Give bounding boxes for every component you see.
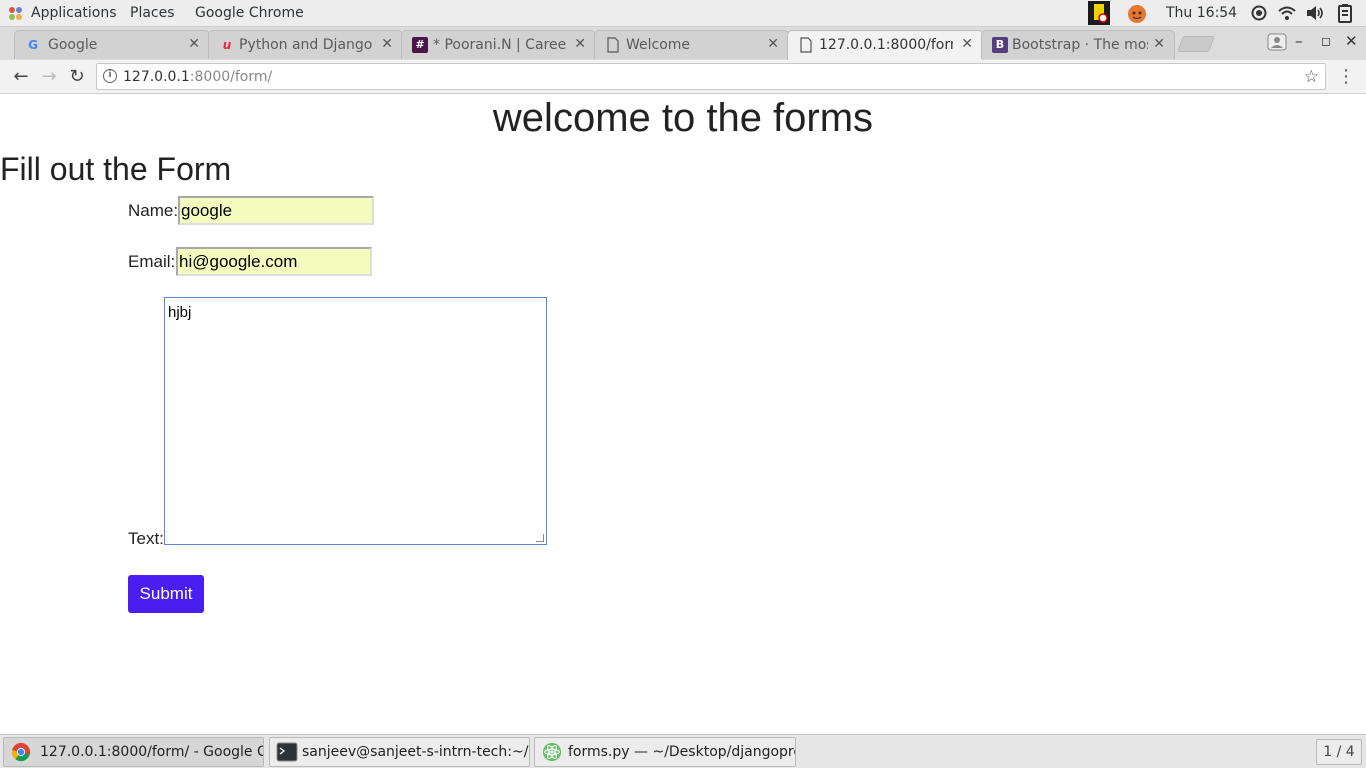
task-terminal[interactable]: sanjeev@sanjeet-s-intrn-tech:~/Des... (269, 737, 530, 767)
chrome-icon (11, 742, 31, 762)
text-area[interactable]: hjbj (164, 297, 547, 545)
battery-icon[interactable] (1335, 3, 1355, 23)
name-label: Name: (128, 201, 179, 220)
url-host: 127.0.0.1 (123, 69, 190, 85)
clock[interactable]: Thu 16:54 (1166, 5, 1237, 21)
submit-button[interactable]: Submit (128, 575, 204, 613)
tab-google[interactable]: G Google ✕ (14, 30, 210, 59)
tab-slack[interactable]: # * Poorani.N | Career ✕ (401, 30, 596, 59)
applications-menu[interactable]: Applications (31, 5, 117, 21)
browser-toolbar: ← → ↻ i 127.0.0.1:8000/form/ ☆ ⋮ (0, 60, 1366, 94)
email-label: Email: (128, 252, 176, 271)
close-icon[interactable]: ✕ (188, 36, 200, 52)
document-icon (607, 37, 619, 53)
page-title: welcome to the forms (492, 96, 874, 140)
applications-icon (9, 7, 22, 20)
tab-bootstrap[interactable]: B Bootstrap · The mos ✕ (981, 30, 1175, 59)
back-icon[interactable]: ← (10, 66, 32, 88)
udemy-icon: u (222, 38, 232, 52)
url-text[interactable]: 127.0.0.1:8000/form/ (123, 69, 272, 85)
tab-udemy[interactable]: u Python and Django F ✕ (208, 30, 403, 59)
tab-title: * Poorani.N | Career (433, 37, 567, 53)
slack-icon: # (412, 37, 428, 53)
pumpkin-icon[interactable] (1127, 3, 1147, 23)
task-label: sanjeev@sanjeet-s-intrn-tech:~/Des... (302, 744, 529, 760)
menu-kebab-icon[interactable]: ⋮ (1337, 66, 1355, 87)
google-icon: G (28, 38, 38, 52)
close-icon[interactable]: ✕ (1153, 36, 1165, 52)
tab-title: Google (48, 37, 98, 53)
minimize-icon[interactable]: – (1295, 32, 1303, 50)
tab-welcome[interactable]: Welcome ✕ (594, 30, 789, 59)
text-area-value: hjbj (168, 304, 192, 321)
address-bar[interactable]: i 127.0.0.1:8000/form/ ☆ (96, 63, 1326, 90)
task-label: 127.0.0.1:8000/form/ - Google Chr... (40, 744, 263, 760)
places-menu[interactable]: Places (130, 5, 175, 21)
bookmark-star-icon[interactable]: ☆ (1304, 67, 1319, 87)
task-chrome[interactable]: 127.0.0.1:8000/form/ - Google Chr... (3, 737, 264, 767)
workspace-switcher[interactable]: 1 / 4 (1316, 739, 1362, 765)
window-close-icon[interactable]: ✕ (1345, 32, 1358, 50)
name-field[interactable] (178, 196, 374, 225)
tab-title: Bootstrap · The mos (1012, 37, 1148, 53)
system-top-bar: Applications Places Google Chrome Thu 16… (0, 0, 1366, 27)
app-menu[interactable]: Google Chrome (195, 5, 304, 21)
forward-icon[interactable]: → (38, 66, 60, 88)
task-label: forms.py — ~/Desktop/djangoprojec... (568, 744, 795, 760)
volume-icon[interactable] (1305, 3, 1325, 23)
tab-title: 127.0.0.1:8000/form (819, 37, 953, 53)
tab-form[interactable]: 127.0.0.1:8000/form ✕ (787, 30, 983, 60)
reload-icon[interactable]: ↻ (66, 66, 88, 88)
close-icon[interactable]: ✕ (961, 36, 973, 52)
form-heading: Fill out the Form (0, 151, 232, 187)
tab-title: Python and Django F (239, 37, 375, 53)
record-icon[interactable] (1249, 3, 1269, 23)
bootstrap-icon: B (992, 37, 1008, 53)
new-tab-button[interactable] (1177, 36, 1215, 52)
shield-icon[interactable] (1088, 1, 1110, 25)
close-icon[interactable]: ✕ (767, 36, 779, 52)
url-path: :8000/form/ (189, 69, 273, 85)
maximize-icon[interactable]: ◻ (1321, 34, 1331, 48)
tab-strip: G Google ✕ u Python and Django F ✕ # * P… (0, 27, 1366, 60)
wifi-icon[interactable] (1277, 3, 1297, 23)
email-field[interactable] (176, 247, 372, 276)
page-content: welcome to the forms Fill out the Form N… (0, 94, 1366, 734)
close-icon[interactable]: ✕ (381, 36, 393, 52)
taskbar: 127.0.0.1:8000/form/ - Google Chr... san… (0, 734, 1366, 768)
terminal-icon (276, 742, 298, 762)
task-atom[interactable]: forms.py — ~/Desktop/djangoprojec... (534, 737, 796, 767)
profile-icon[interactable] (1267, 33, 1287, 51)
atom-icon (542, 742, 562, 762)
tab-title: Welcome (626, 37, 691, 53)
document-icon (800, 37, 812, 53)
close-icon[interactable]: ✕ (574, 36, 586, 52)
info-icon[interactable]: i (103, 69, 117, 83)
text-label: Text: (128, 529, 164, 548)
resize-handle-icon[interactable] (536, 534, 544, 542)
